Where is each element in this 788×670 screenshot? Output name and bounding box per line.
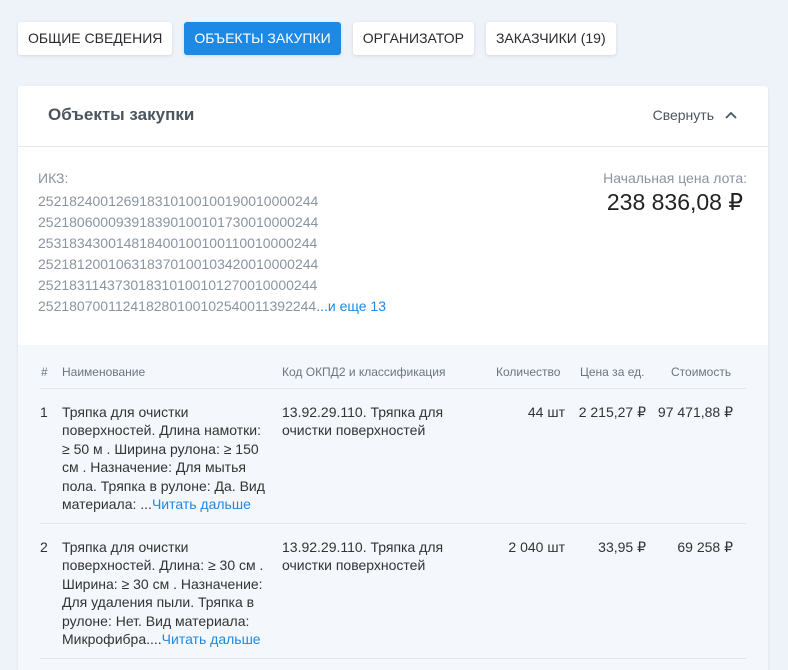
row-okpd: 13.92.29.110. Тряпка для очистки поверхн… bbox=[282, 538, 482, 575]
name-line: рулоне: Нет. Вид материала: bbox=[62, 612, 250, 629]
header-name: Наименование bbox=[62, 365, 146, 379]
name-line: Тряпка для очистки bbox=[62, 539, 189, 555]
ikz-code-last: 252180700112418280100102540011392244...и… bbox=[38, 296, 386, 317]
name-line: поверхностей. Длина: ≥ 30 см . bbox=[62, 557, 264, 574]
name-line: ≥ 50 м . Ширина рулона: ≥ 150 bbox=[62, 440, 259, 457]
table-row: 1 Тряпка для очистки поверхностей. Длина… bbox=[40, 389, 746, 524]
row-num: 2 bbox=[40, 539, 48, 555]
name-line: пола. Тряпка в рулоне: Да. Вид bbox=[62, 477, 265, 494]
collapse-label: Свернуть bbox=[652, 107, 714, 123]
read-more-link[interactable]: Читать дальше bbox=[152, 496, 251, 512]
ikz-code: 252181200106318370100103420010000244 bbox=[38, 256, 319, 272]
row-unit-price: 2 215,27 ₽ bbox=[578, 404, 646, 420]
collapse-button[interactable]: Свернуть bbox=[653, 107, 738, 123]
read-more-link[interactable]: Читать дальше bbox=[162, 631, 261, 647]
okpd-line: 13.92.29.110. Тряпка для bbox=[282, 404, 444, 420]
name-line: Ширина: ≥ 30 см . Назначение: bbox=[62, 575, 263, 592]
name-line: см . Назначение: Для мытья bbox=[62, 459, 246, 476]
header-qty: Количество bbox=[496, 365, 561, 379]
name-line-last: Микрофибра....Читать дальше bbox=[62, 630, 277, 648]
name-truncated: Микрофибра.... bbox=[62, 631, 162, 648]
ikz-code: 252180700112418280100102540011392244 bbox=[38, 298, 317, 314]
tab-organizer[interactable]: Организатор bbox=[352, 22, 474, 55]
tab-general-info[interactable]: Общие сведения bbox=[18, 22, 173, 55]
name-line: Тряпка для очистки bbox=[62, 404, 189, 420]
okpd-line: очистки поверхностей bbox=[282, 557, 426, 574]
price-value: 238 836,08 ₽ bbox=[606, 189, 743, 215]
ikz-code: 252183114373018310100101270010000244 bbox=[38, 277, 318, 293]
name-truncated: материала: ... bbox=[62, 496, 152, 513]
row-name: Тряпка для очистки поверхностей. Длина: … bbox=[62, 538, 277, 648]
name-line: Для удаления пыли. Тряпка в bbox=[62, 594, 255, 611]
row-cost: 97 471,88 ₽ bbox=[657, 404, 733, 420]
table-header: # Наименование Код ОКПД2 и классификация… bbox=[40, 363, 746, 389]
header-unit-price: Цена за ед. bbox=[580, 365, 645, 379]
row-name: Тряпка для очистки поверхностей. Длина н… bbox=[62, 403, 277, 513]
table-row: 2 Тряпка для очистки поверхностей. Длина… bbox=[40, 524, 746, 659]
ikz-code: 252182400126918310100100190010000244 bbox=[38, 193, 319, 209]
row-qty: 2 040 шт bbox=[508, 539, 565, 555]
header-okpd: Код ОКПД2 и классификация bbox=[282, 365, 446, 379]
row-unit-price: 33,95 ₽ bbox=[598, 539, 646, 555]
price-label: Начальная цена лота: bbox=[603, 170, 747, 186]
name-line-last: материала: ...Читать дальше bbox=[62, 495, 277, 513]
name-line: поверхностей. Длина намотки: bbox=[62, 422, 261, 439]
ikz-code: 252180600093918390100101730010000244 bbox=[38, 214, 319, 230]
tab-customers[interactable]: Заказчики (19) bbox=[485, 22, 616, 55]
header-num: # bbox=[41, 365, 48, 379]
row-num: 1 bbox=[40, 404, 48, 420]
ikz-label: ИКЗ: bbox=[38, 170, 69, 186]
purchase-objects-card: Объекты закупки Свернуть ИКЗ: 2521824001… bbox=[18, 86, 768, 670]
okpd-line: 13.92.29.110. Тряпка для bbox=[282, 539, 444, 555]
chevron-up-icon bbox=[725, 111, 737, 119]
ikz-more-link[interactable]: ...и еще 13 bbox=[316, 298, 386, 314]
header-cost: Стоимость bbox=[671, 365, 732, 379]
tab-purchase-objects[interactable]: Объекты закупки bbox=[184, 22, 341, 55]
lot-info: ИКЗ: 25218240012691831010010019001000024… bbox=[18, 147, 768, 345]
okpd-line: очистки поверхностей bbox=[282, 422, 426, 439]
ikz-code: 253183430014818400100100110010000244 bbox=[38, 235, 318, 251]
row-qty: 44 шт bbox=[527, 404, 565, 420]
row-okpd: 13.92.29.110. Тряпка для очистки поверхн… bbox=[282, 403, 482, 440]
items-table: # Наименование Код ОКПД2 и классификация… bbox=[18, 345, 768, 670]
tab-bar: Общие сведения Объекты закупки Организат… bbox=[18, 22, 616, 55]
ikz-list: 252182400126918310100100190010000244 252… bbox=[38, 191, 386, 317]
row-cost: 69 258 ₽ bbox=[677, 539, 733, 555]
section-title: Объекты закупки bbox=[48, 105, 195, 124]
card-header: Объекты закупки Свернуть bbox=[18, 86, 768, 147]
